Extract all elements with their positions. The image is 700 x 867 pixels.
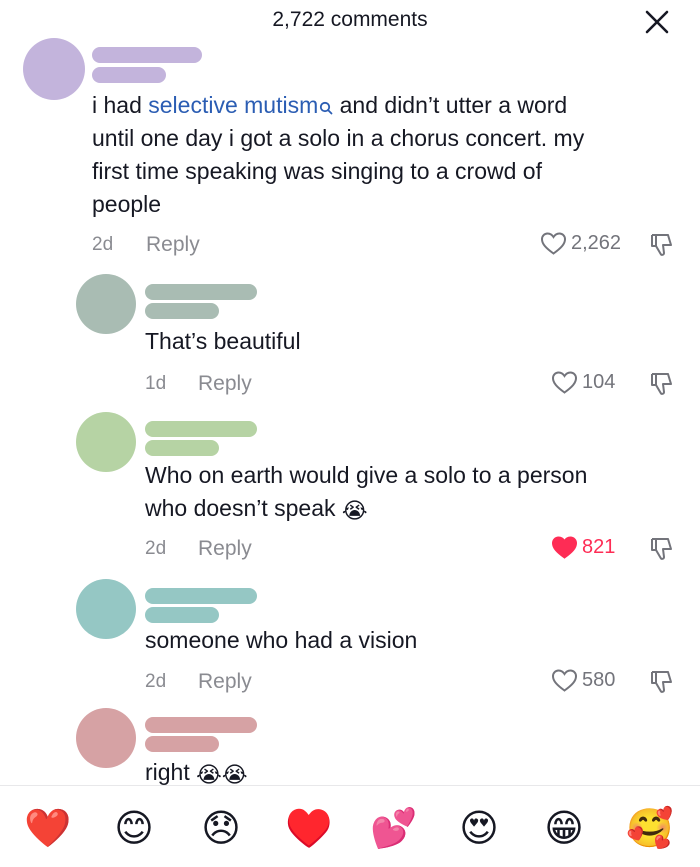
like-count: 821 <box>582 536 616 558</box>
comment-text-body: right <box>145 759 190 785</box>
avatar[interactable] <box>76 412 136 472</box>
search-icon[interactable] <box>319 91 333 115</box>
username-redacted[interactable] <box>92 47 202 63</box>
like-button[interactable]: 580 <box>551 668 615 693</box>
like-button[interactable]: 821 <box>551 535 615 560</box>
comment-time: 2d <box>145 538 167 559</box>
like-button[interactable]: 2,262 <box>540 231 621 256</box>
dislike-button[interactable] <box>648 669 674 695</box>
dislike-button[interactable] <box>648 371 674 397</box>
thumbs-down-icon <box>651 671 672 693</box>
username-redacted[interactable] <box>145 421 257 437</box>
like-count: 2,262 <box>571 232 622 254</box>
dislike-button[interactable] <box>648 536 674 562</box>
close-icon <box>645 10 669 34</box>
comment-time: 2d <box>145 671 167 692</box>
username-redacted-2 <box>145 303 219 319</box>
heart-eyes-emoji[interactable]: 😍 <box>456 806 502 852</box>
username-redacted[interactable] <box>145 717 257 733</box>
text-line-1: Who on earth would give a solo to a pers… <box>145 462 588 488</box>
crying-face-emojis: 😭😭 <box>196 762 248 787</box>
dislike-button[interactable] <box>648 232 674 258</box>
emoji-quick-bar: ❤️ 😊 😞 ♥️ 💕 😍 😁 🥰 <box>0 786 700 867</box>
smiling-face-with-hearts-emoji[interactable]: 🥰 <box>626 806 673 852</box>
thumbs-down-icon <box>651 373 672 395</box>
avatar[interactable] <box>76 579 136 639</box>
heart-suit-emoji[interactable]: ♥️ <box>285 806 332 852</box>
comment-text: someone who had a vision <box>145 627 418 653</box>
avatar[interactable] <box>76 708 136 768</box>
comment-text: That’s beautiful <box>145 328 301 354</box>
username-redacted[interactable] <box>145 284 257 300</box>
username-redacted-2 <box>145 607 219 623</box>
comments-count-title: 2,722 comments <box>272 8 428 31</box>
comments-header: 2,722 comments <box>0 0 700 44</box>
username-redacted-2 <box>145 440 219 456</box>
like-count: 104 <box>582 371 616 393</box>
thumbs-down-icon <box>651 234 672 256</box>
heart-outline-icon <box>551 371 578 394</box>
grinning-face-emoji[interactable]: 😁 <box>541 806 587 852</box>
text-line-4: people <box>92 191 162 217</box>
crying-face-emoji: 😭 <box>341 498 368 523</box>
thumbs-down-icon <box>651 538 672 560</box>
search-link[interactable]: selective mutism <box>148 92 318 118</box>
text-line-2: until one day i got a solo in a chorus c… <box>92 125 585 151</box>
close-button[interactable] <box>644 9 670 35</box>
heart-filled-icon <box>551 536 578 559</box>
reply-button[interactable]: Reply <box>198 372 252 396</box>
heart-outline-icon <box>540 232 567 255</box>
reply-button[interactable]: Reply <box>146 233 200 257</box>
username-redacted-2 <box>92 67 166 83</box>
text-line-2: who doesn’t speak <box>145 495 336 521</box>
two-hearts-emoji[interactable]: 💕 <box>370 806 417 852</box>
smiling-face-emoji[interactable]: 😊 <box>111 806 157 852</box>
text-after: and didn’t utter a word <box>333 92 568 118</box>
comment-text: Who on earth would give a solo to a pers… <box>145 459 685 525</box>
disappointed-face-emoji[interactable]: 😞 <box>198 806 244 852</box>
like-button[interactable]: 104 <box>551 370 615 395</box>
comment-time: 1d <box>145 373 167 394</box>
red-heart-emoji[interactable]: ❤️ <box>24 806 71 852</box>
heart-outline-icon <box>551 669 578 692</box>
like-count: 580 <box>582 669 616 691</box>
username-redacted[interactable] <box>145 588 257 604</box>
comment-time: 2d <box>92 234 114 255</box>
reply-button[interactable]: Reply <box>198 537 252 561</box>
username-redacted-2 <box>145 736 219 752</box>
text-line-3: first time speaking was singing to a cro… <box>92 158 542 184</box>
reply-button[interactable]: Reply <box>198 670 252 694</box>
text-before: i had <box>92 92 149 118</box>
avatar[interactable] <box>23 38 85 100</box>
comment-text: i had selective mutism and didn’t utter … <box>92 89 672 221</box>
avatar[interactable] <box>76 274 136 334</box>
